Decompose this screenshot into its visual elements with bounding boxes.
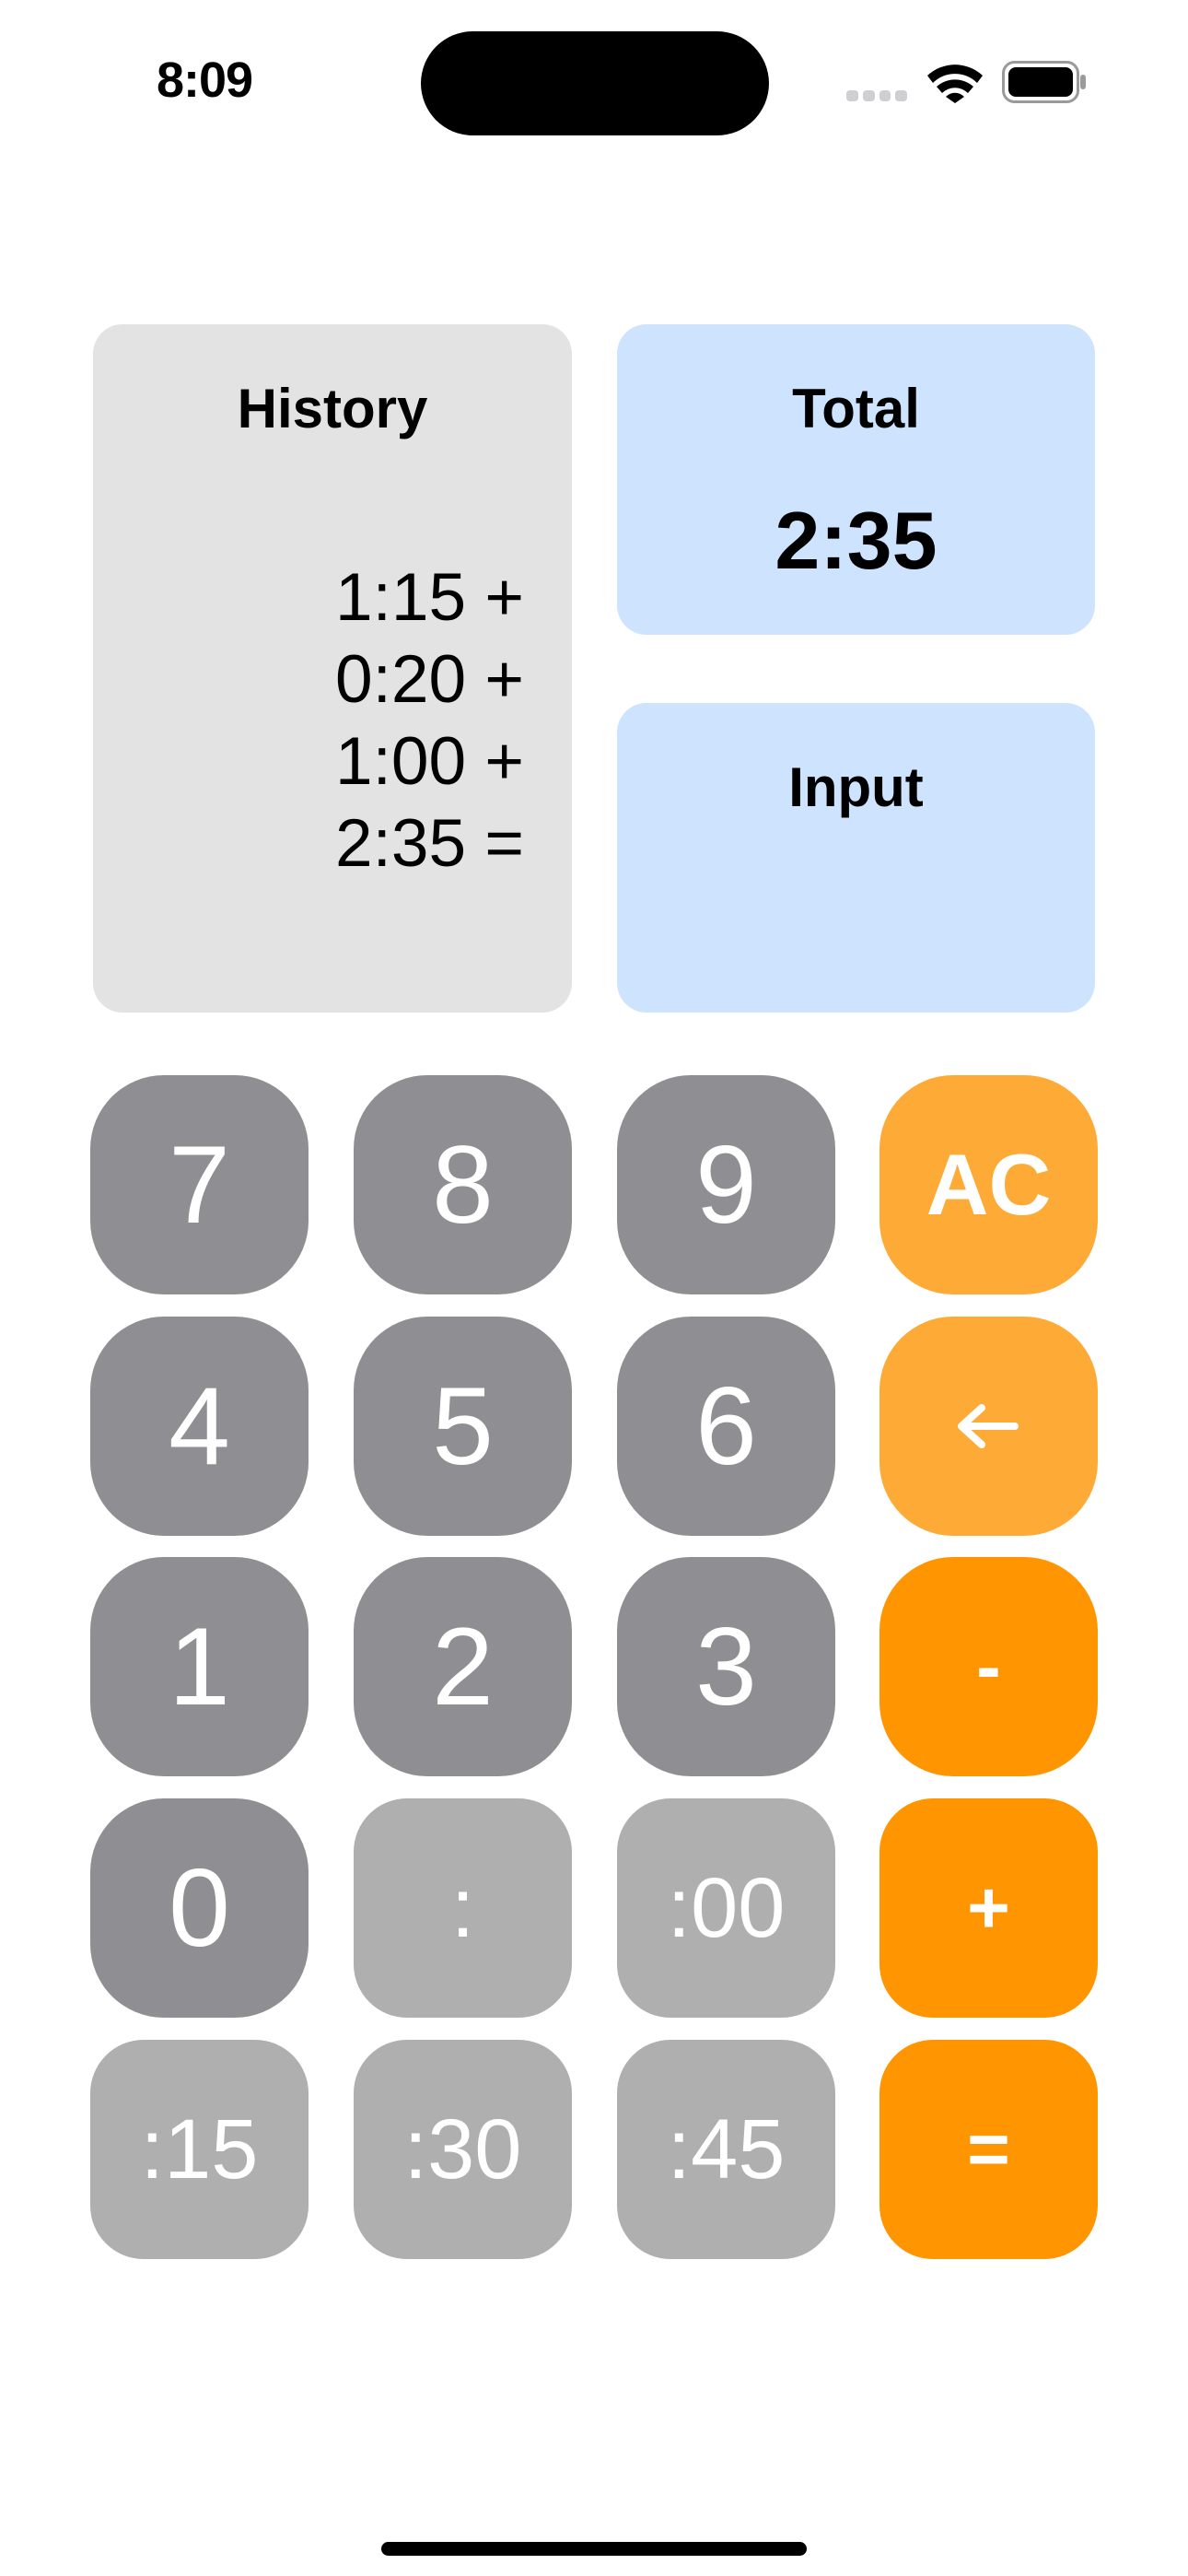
key-8[interactable]: 8 [354, 1075, 572, 1294]
left-arrow-icon [957, 1404, 1019, 1448]
key-7[interactable]: 7 [90, 1075, 309, 1294]
history-entry: 0:20 + [335, 642, 524, 717]
minutes-15-button[interactable]: :15 [90, 2040, 309, 2259]
home-indicator[interactable] [381, 2542, 807, 2556]
minutes-30-button[interactable]: :30 [354, 2040, 572, 2259]
history-entry: 1:15 + [335, 560, 524, 635]
history-panel: History 1:15 + 0:20 + 1:00 + 2:35 = [93, 324, 572, 1013]
key-5[interactable]: 5 [354, 1317, 572, 1536]
cellular-signal-icon [846, 90, 907, 101]
backspace-button[interactable] [879, 1317, 1098, 1536]
total-value: 2:35 [775, 495, 938, 586]
all-clear-button[interactable]: AC [879, 1075, 1098, 1294]
key-2[interactable]: 2 [354, 1557, 572, 1776]
key-0[interactable]: 0 [90, 1798, 309, 2018]
signal-bar [879, 90, 891, 101]
history-entry: 1:00 + [335, 724, 524, 799]
signal-bar [862, 90, 875, 101]
minutes-00-button[interactable]: :00 [617, 1798, 835, 2018]
key-9[interactable]: 9 [617, 1075, 835, 1294]
total-panel: Total 2:35 [617, 324, 1095, 635]
colon-button[interactable]: : [354, 1798, 572, 2018]
minutes-45-button[interactable]: :45 [617, 2040, 835, 2259]
battery-icon [1002, 61, 1086, 103]
history-title: History [237, 378, 428, 439]
total-title: Total [792, 378, 920, 439]
subtract-button[interactable]: - [879, 1557, 1098, 1776]
key-1[interactable]: 1 [90, 1557, 309, 1776]
wifi-icon [927, 64, 983, 103]
dynamic-island [421, 31, 769, 135]
equals-button[interactable]: = [879, 2040, 1098, 2259]
key-4[interactable]: 4 [90, 1317, 309, 1536]
history-entry: 2:35 = [335, 806, 524, 881]
add-button[interactable]: + [879, 1798, 1098, 2018]
status-time: 8:09 [157, 53, 253, 108]
key-6[interactable]: 6 [617, 1317, 835, 1536]
input-title: Input [788, 756, 924, 818]
key-3[interactable]: 3 [617, 1557, 835, 1776]
input-panel: Input [617, 703, 1095, 1013]
history-list: 1:15 + 0:20 + 1:00 + 2:35 = [335, 556, 524, 884]
signal-bar [895, 90, 907, 101]
signal-bar [846, 90, 858, 101]
